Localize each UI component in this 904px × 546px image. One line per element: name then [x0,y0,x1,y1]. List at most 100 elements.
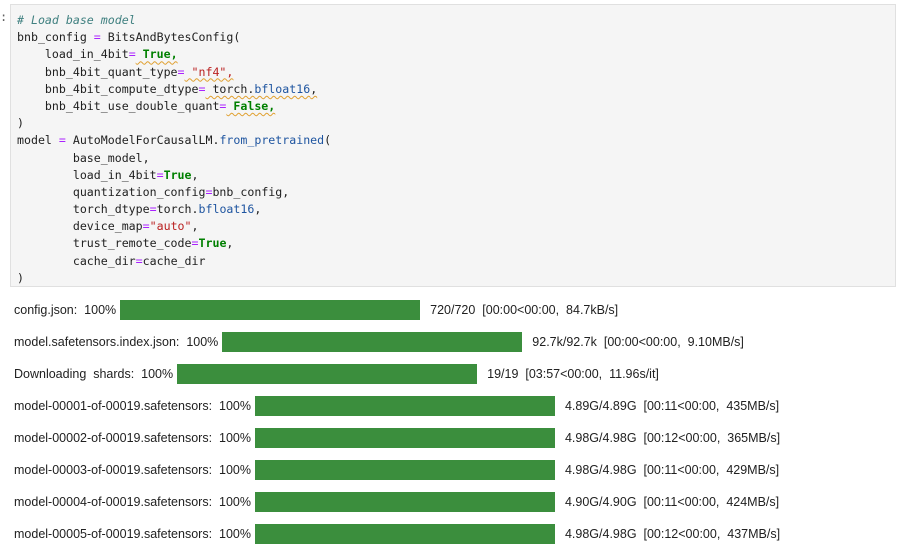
progress-stats: 4.89G/4.89G [00:11<00:00, 435MB/s] [564,399,780,413]
code-token: ) [17,270,24,285]
cell-prompt-marker: : [0,10,8,24]
code-token: bnb_4bit_use_double_quant [17,98,220,113]
code-token: trust_remote_code [17,236,192,251]
progress-bar [222,332,523,352]
code-token: BitsAndBytesConfig( [100,30,241,45]
code-token: True [198,236,227,251]
download-progress-row: model-00004-of-00019.safetensors: 100% 4.… [14,491,779,513]
progress-bar [254,396,555,416]
code-token: model [17,133,59,148]
code-token: True, [135,47,178,62]
code-token: from_pretrained [219,133,325,148]
code-token: = [128,47,136,62]
progress-bar [254,492,555,512]
progress-label: model-00004-of-00019.safetensors: 100% [14,495,251,509]
progress-bar [254,524,555,544]
code-token: bfloat16 [198,202,255,217]
code-token: = [177,64,185,79]
progress-label: model-00001-of-00019.safetensors: 100% [14,399,251,413]
code-token: "nf4", [184,64,234,79]
code-token: , [191,219,199,234]
download-progress-row: Downloading shards: 100% 19/19 [03:57<00:… [14,363,659,385]
code-token: torch. [205,81,255,96]
download-progress-row: model-00003-of-00019.safetensors: 100% 4.… [14,459,779,481]
code-line: load_in_4bit= True, [17,46,331,63]
code-token: "auto" [149,219,192,234]
code-token: torch_dtype [17,202,150,217]
code-token: = [156,167,164,182]
progress-label: model-00002-of-00019.safetensors: 100% [14,431,251,445]
code-line: ) [17,115,331,132]
code-token: load_in_4bit [17,167,157,182]
code-cell-input[interactable]: # Load base model bnb_config = BitsAndByt… [10,4,896,287]
cell-output-area: config.json: 100% 720/720 [00:00<00:00, 8… [0,296,904,546]
progress-bar-fill [254,428,555,448]
code-token: ( [324,133,332,148]
code-line: torch_dtype=torch.bfloat16, [17,201,331,218]
code-token: True [163,167,192,182]
progress-bar [177,364,478,384]
code-token: bnb_config, [212,184,290,199]
code-token: # Load base model [17,13,136,27]
code-token: , [226,236,234,251]
code-token: device_map [17,219,143,234]
progress-label: model-00003-of-00019.safetensors: 100% [14,463,251,477]
download-progress-row: model-00001-of-00019.safetensors: 100% 4.… [14,395,779,417]
code-token: bnb_4bit_compute_dtype [17,81,199,96]
code-token: = [135,253,143,268]
code-token: base_model, [17,150,150,165]
code-line: base_model, [17,150,331,167]
progress-stats: 4.98G/4.98G [00:11<00:00, 429MB/s] [564,463,780,477]
code-token: = [191,236,199,251]
progress-stats: 720/720 [00:00<00:00, 84.7kB/s] [430,303,619,317]
code-token: load_in_4bit [17,47,129,62]
code-line: load_in_4bit=True, [17,167,331,184]
code-token: torch. [156,202,199,217]
progress-stats: 4.90G/4.90G [00:11<00:00, 424MB/s] [564,495,780,509]
progress-stats: 4.98G/4.98G [00:12<00:00, 365MB/s] [564,431,781,445]
code-token: = [142,219,150,234]
code-token: = [149,202,157,217]
progress-bar-fill [254,460,555,480]
code-token: ) [17,116,24,131]
code-token: bnb_config [17,30,94,45]
code-token: cache_dir [17,253,136,268]
code-token: quantization_config [17,184,206,199]
progress-bar-fill [120,300,421,320]
progress-bar-fill [254,524,555,544]
code-line: device_map="auto", [17,218,331,235]
code-editor[interactable]: # Load base model bnb_config = BitsAndByt… [17,12,331,287]
progress-bar-fill [222,332,523,352]
code-line: bnb_config = BitsAndBytesConfig( [17,29,331,46]
progress-bar-fill [254,396,555,416]
progress-label: model-00005-of-00019.safetensors: 100% [14,527,251,541]
code-line: bnb_4bit_quant_type= "nf4", [17,64,331,81]
code-token: cache_dir [142,253,206,268]
code-line: # Load base model [17,12,331,29]
download-progress-row: model-00002-of-00019.safetensors: 100% 4.… [14,427,780,449]
download-progress-row: config.json: 100% 720/720 [00:00<00:00, 8… [14,299,618,321]
progress-stats: 19/19 [03:57<00:00, 11.96s/it] [487,367,659,381]
download-progress-row: model-00005-of-00019.safetensors: 100% 4.… [14,523,780,545]
code-token: , [310,81,318,96]
code-line: trust_remote_code=True, [17,235,331,252]
progress-label: model.safetensors.index.json: 100% [14,335,219,349]
progress-bar [254,428,555,448]
code-token: False, [226,98,276,113]
progress-stats: 92.7k/92.7k [00:00<00:00, 9.10MB/s] [532,335,744,349]
code-token: , [191,167,199,182]
code-line: model = AutoModelForCausalLM.from_pretra… [17,132,331,149]
code-token: AutoModelForCausalLM. [65,133,220,148]
code-token: = [58,133,66,148]
progress-bar-fill [254,492,555,512]
code-line: cache_dir=cache_dir [17,253,331,270]
progress-bar-fill [177,364,478,384]
progress-bar [120,300,421,320]
code-line: bnb_4bit_use_double_quant= False, [17,98,331,115]
progress-stats: 4.98G/4.98G [00:12<00:00, 437MB/s] [564,527,781,541]
code-token: = [93,30,101,45]
code-line: ) [17,270,331,287]
progress-bar [254,460,555,480]
code-token: bfloat16 [254,81,311,96]
code-line: bnb_4bit_compute_dtype= torch.bfloat16, [17,81,331,98]
